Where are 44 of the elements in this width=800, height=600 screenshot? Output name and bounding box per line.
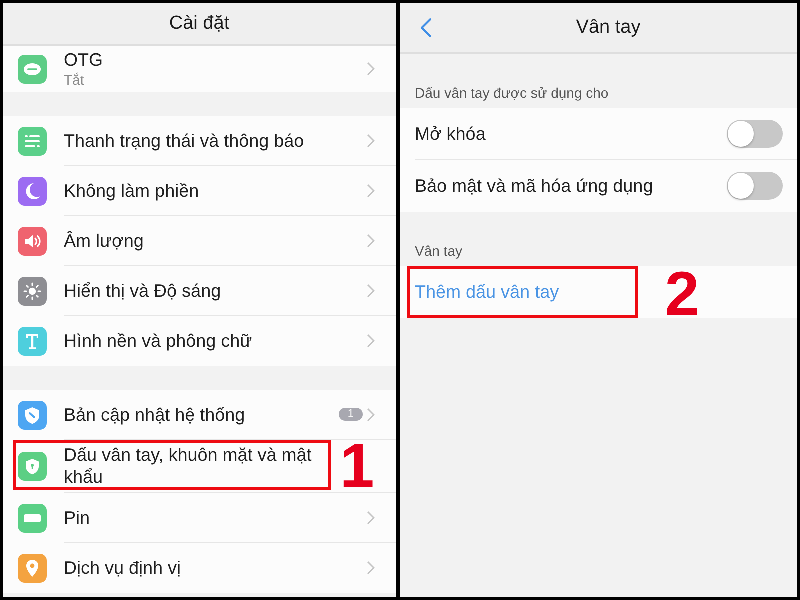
settings-row[interactable]: Pin xyxy=(3,493,396,543)
toggle-switch[interactable] xyxy=(727,120,783,148)
row-label: Pin xyxy=(64,506,90,528)
settings-row[interactable]: Thanh trạng thái và thông báo xyxy=(3,116,396,166)
count-badge: 1 xyxy=(338,408,363,421)
chevron-icon xyxy=(367,408,375,422)
row-label: Bảo mật và mã hóa ứng dụng xyxy=(415,175,654,197)
row-label: Dấu vân tay, khuôn mặt và mật khẩu xyxy=(64,444,313,488)
toggle-switch[interactable] xyxy=(727,172,783,200)
row-label: Hiển thị và Độ sáng xyxy=(64,280,222,302)
screen-title: Vân tay xyxy=(576,16,641,38)
chevron-icon xyxy=(367,134,375,148)
step-number: 2 xyxy=(665,270,700,320)
settings-row[interactable]: Không làm phiền xyxy=(3,166,396,216)
row-label: Không làm phiền xyxy=(64,180,200,202)
action-row[interactable]: Thêm dấu vân tay 2 xyxy=(400,266,797,318)
chevron-icon xyxy=(367,62,375,76)
settings-row[interactable]: Bản cập nhật hệ thống 1 xyxy=(3,390,396,440)
row-label: Hình nền và phông chữ xyxy=(64,330,252,352)
row-label: Thanh trạng thái và thông báo xyxy=(64,130,304,152)
action-label: Thêm dấu vân tay xyxy=(415,282,560,302)
settings-row[interactable]: Hình nền và phông chữ xyxy=(3,316,396,366)
settings-row[interactable]: Âm lượng xyxy=(3,216,396,266)
screen-title: Cài đặt xyxy=(169,12,230,34)
row-label: Mở khóa xyxy=(415,122,486,144)
chevron-icon xyxy=(367,561,375,575)
chevron-icon xyxy=(367,510,375,524)
back-icon[interactable] xyxy=(420,18,432,38)
row-label: OTG xyxy=(64,49,103,71)
step-number: 1 xyxy=(340,442,374,492)
settings-row[interactable]: OTG Tắt xyxy=(3,46,396,92)
row-label: Dịch vụ định vị xyxy=(64,557,182,579)
settings-row[interactable]: Hiển thị và Độ sáng xyxy=(3,266,396,316)
settings-row[interactable]: Dấu vân tay, khuôn mặt và mật khẩu 1 xyxy=(3,440,396,493)
chevron-icon xyxy=(367,334,375,348)
row-label: Bản cập nhật hệ thống xyxy=(64,404,246,426)
section-label: Vân tay xyxy=(415,243,462,259)
row-value: Tắt xyxy=(64,71,84,89)
section-label: Dấu vân tay được sử dụng cho xyxy=(415,85,609,101)
chevron-icon xyxy=(367,184,375,198)
row-label: Âm lượng xyxy=(64,230,144,252)
chevron-icon xyxy=(367,284,375,298)
chevron-icon xyxy=(367,234,375,248)
settings-row[interactable]: Dịch vụ định vị xyxy=(3,543,396,593)
